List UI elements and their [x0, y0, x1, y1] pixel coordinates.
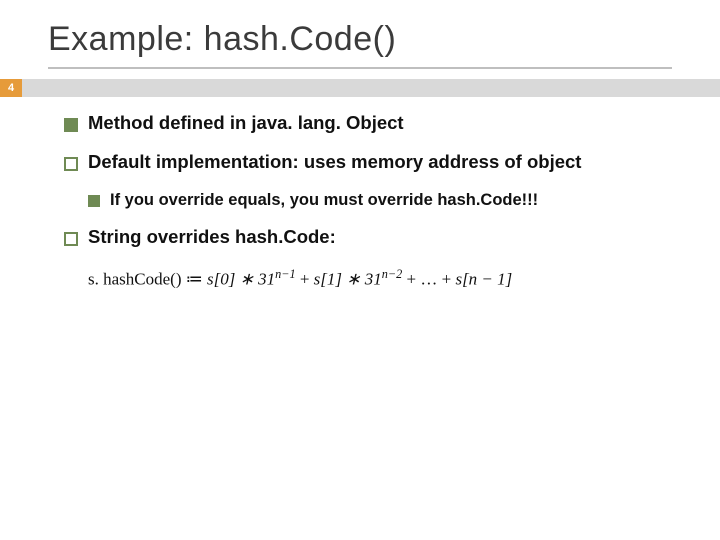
formula-term2: s[1] ∗ 31: [314, 270, 382, 289]
bullet-string-overrides: String overrides hash.Code:: [64, 225, 672, 250]
formula-term1: s[0] ∗ 31: [207, 270, 275, 289]
title-underline: [48, 67, 672, 69]
formula-lhs: s. hashCode() ≔: [88, 270, 207, 289]
formula-plus2: + … +: [407, 270, 456, 289]
bullet-default-impl: Default implementation: uses memory addr…: [64, 150, 672, 175]
page-bar: 4: [0, 79, 720, 97]
slide: Example: hash.Code() 4 Method defined in…: [0, 0, 720, 540]
bullet-method-defined: Method defined in java. lang. Object: [64, 111, 672, 136]
page-number-badge: 4: [0, 79, 22, 97]
slide-title: Example: hash.Code(): [0, 0, 720, 67]
formula-last: s[n − 1]: [455, 270, 512, 289]
subbullet-override: If you override equals, you must overrid…: [88, 189, 672, 211]
formula-plus1: +: [300, 270, 314, 289]
formula-exp2: n−2: [382, 267, 403, 281]
slide-content: Method defined in java. lang. Object Def…: [0, 97, 720, 292]
hashcode-formula: s. hashCode() ≔ s[0] ∗ 31n−1 + s[1] ∗ 31…: [88, 264, 672, 292]
formula-exp1: n−1: [275, 267, 296, 281]
